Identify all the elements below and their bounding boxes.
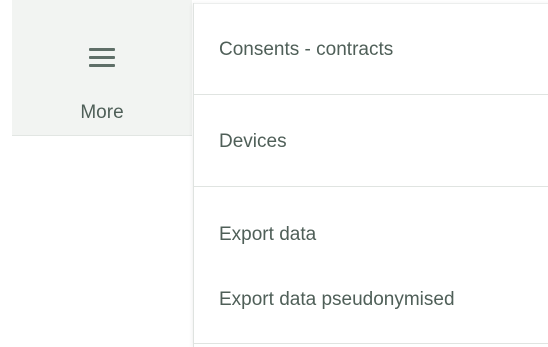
menu-item-devices[interactable]: Devices	[219, 131, 287, 153]
more-dropdown-menu: Consents - contracts Devices Export data…	[193, 3, 548, 347]
app-viewport: More Consents - contracts Devices Export…	[0, 0, 548, 347]
menu-divider	[194, 186, 548, 187]
menu-bottom-divider	[194, 343, 548, 344]
menu-item-export-data-pseudonymised[interactable]: Export data pseudonymised	[219, 289, 455, 311]
menu-item-consents-contracts[interactable]: Consents - contracts	[219, 39, 393, 61]
more-tab[interactable]: More	[12, 0, 192, 136]
more-label: More	[80, 102, 124, 123]
hamburger-menu-icon	[89, 48, 115, 67]
menu-top-rule	[194, 3, 548, 4]
menu-divider	[194, 94, 548, 95]
menu-item-export-data[interactable]: Export data	[219, 224, 316, 246]
